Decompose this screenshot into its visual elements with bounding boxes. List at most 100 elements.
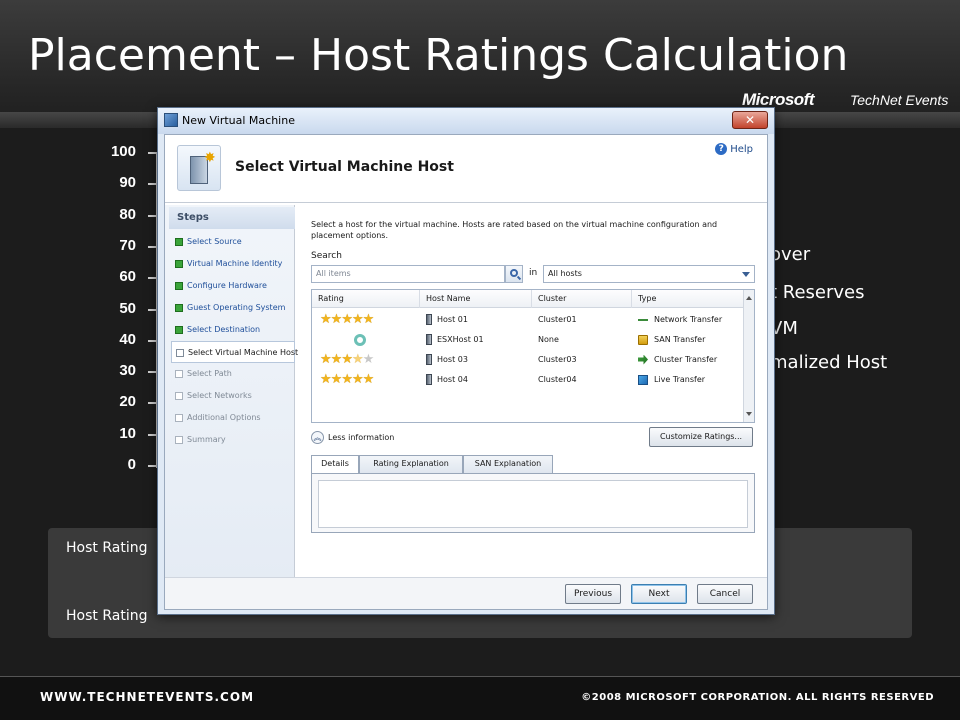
scroll-down-icon[interactable] — [746, 412, 752, 416]
search-in-label: in — [529, 268, 538, 278]
checkmark-icon — [175, 282, 183, 290]
technet-events-logo: TechNet Events — [850, 92, 949, 108]
step-item[interactable]: Additional Options — [171, 407, 295, 429]
host-name: ESXHost 01 — [437, 335, 484, 344]
info-line: Host Rating — [66, 540, 148, 556]
axis-tick-label: 50 — [119, 299, 136, 317]
table-header: Rating Host Name Cluster Type — [312, 290, 744, 308]
type-cell: Live Transfer — [638, 370, 705, 390]
step-label: Select Destination — [187, 325, 261, 334]
footer-copyright: ©2008 MICROSOFT CORPORATION. ALL RIGHTS … — [581, 692, 934, 703]
next-button[interactable]: Next — [631, 584, 687, 604]
less-information-toggle[interactable]: ︽ Less information — [311, 431, 394, 444]
host-name: Host 03 — [437, 355, 468, 364]
footer-url: WWW.TECHNETEVENTS.COM — [40, 690, 255, 704]
column-header-type[interactable]: Type — [632, 290, 744, 308]
column-header-cluster[interactable]: Cluster — [532, 290, 632, 308]
slide-title: Placement – Host Ratings Calculation — [28, 30, 849, 81]
server-icon — [426, 374, 432, 385]
tab-rating-explanation[interactable]: Rating Explanation — [359, 455, 463, 473]
legend-item: t Reserves — [770, 282, 865, 303]
search-button[interactable] — [505, 265, 523, 283]
step-label: Guest Operating System — [187, 303, 286, 312]
step-item[interactable]: Select Networks — [171, 385, 295, 407]
step-label: Select Source — [187, 237, 242, 246]
table-row[interactable]: ★★★★★ Host 04 Cluster04 Live Transfer — [312, 370, 744, 390]
step-item[interactable]: Virtual Machine Identity — [171, 253, 295, 275]
tab-san-explanation[interactable]: SAN Explanation — [463, 455, 553, 473]
rating-cell: ★★★★★ — [320, 310, 374, 330]
step-item[interactable]: Select Destination — [171, 319, 295, 341]
transfer-type: Live Transfer — [654, 375, 706, 384]
new-virtual-machine-dialog: New Virtual Machine ✕ ✸ Select Virtual M… — [157, 107, 775, 615]
cluster-cell: Cluster04 — [538, 375, 577, 384]
cluster-cell: Cluster01 — [538, 315, 577, 324]
dialog-titlebar[interactable]: New Virtual Machine ✕ — [158, 108, 774, 134]
transfer-type: Cluster Transfer — [654, 355, 718, 364]
step-item[interactable]: Configure Hardware — [171, 275, 295, 297]
scroll-up-icon[interactable] — [746, 296, 752, 300]
dialog-title: New Virtual Machine — [182, 114, 295, 127]
step-label: Select Virtual Machine Host — [188, 348, 299, 357]
tab-details[interactable]: Details — [311, 455, 359, 474]
customize-ratings-button[interactable]: Customize Ratings... — [649, 427, 753, 447]
cluster-transfer-icon — [638, 354, 648, 365]
column-header-rating[interactable]: Rating — [312, 290, 420, 308]
help-icon: ? — [715, 143, 728, 155]
star-rating-icon: ★★★★★ — [320, 312, 374, 327]
previous-button[interactable]: Previous — [565, 584, 621, 604]
help-label: Help — [730, 144, 753, 155]
dialog-body: ✸ Select Virtual Machine Host ? Help Step… — [164, 134, 768, 610]
chevron-down-icon — [742, 272, 750, 277]
cancel-button[interactable]: Cancel — [697, 584, 753, 604]
close-button[interactable]: ✕ — [732, 111, 768, 129]
info-line: Host Rating — [66, 608, 148, 624]
san-transfer-icon — [638, 334, 648, 345]
rating-cell: ★★★★★ — [320, 370, 374, 390]
table-row[interactable]: ESXHost 01 None SAN Transfer — [312, 330, 744, 350]
step-item[interactable]: Guest Operating System — [171, 297, 295, 319]
table-row[interactable]: ★★★★★ Host 03 Cluster03 Cluster Transfer — [312, 350, 744, 370]
checkmark-icon — [175, 326, 183, 334]
table-scrollbar[interactable] — [743, 290, 754, 422]
help-link[interactable]: ? Help — [715, 143, 753, 155]
step-label: Select Path — [187, 369, 232, 378]
step-box-icon — [175, 414, 183, 422]
wizard-header: ✸ Select Virtual Machine Host ? Help — [165, 135, 767, 203]
star-rating-icon: ★★★★★ — [320, 352, 374, 367]
rating-cell — [320, 330, 366, 350]
step-label: Configure Hardware — [187, 281, 267, 290]
details-text-area[interactable] — [318, 480, 748, 528]
vm-app-icon — [164, 113, 178, 127]
step-label: Select Networks — [187, 391, 252, 400]
live-transfer-icon — [638, 374, 648, 385]
instructions-text: Select a host for the virtual machine. H… — [311, 220, 718, 240]
table-row[interactable]: ★★★★★ Host 01 Cluster01 Network Transfer — [312, 310, 744, 330]
not-rated-icon — [354, 334, 366, 346]
type-cell: SAN Transfer — [638, 330, 705, 350]
column-header-host-name[interactable]: Host Name — [420, 290, 532, 308]
step-label: Virtual Machine Identity — [187, 259, 283, 268]
step-item[interactable]: Summary — [171, 429, 295, 451]
search-input[interactable]: All items — [311, 265, 505, 283]
step-item[interactable]: Select Source — [171, 231, 295, 253]
search-scope-value: All hosts — [548, 269, 582, 278]
step-item[interactable]: Select Virtual Machine Host — [171, 341, 299, 363]
search-label: Search — [311, 251, 342, 261]
cluster-cell: Cluster03 — [538, 355, 577, 364]
network-transfer-icon — [638, 314, 648, 325]
steps-title: Steps — [169, 207, 295, 229]
axis-tick-label: 20 — [119, 393, 136, 411]
step-box-icon — [175, 370, 183, 378]
steps-sidebar: Steps Select Source Virtual Machine Ident… — [165, 205, 299, 609]
star-rating-icon: ★★★★★ — [320, 372, 374, 387]
step-item[interactable]: Select Path — [171, 363, 295, 385]
details-panel — [311, 473, 755, 533]
checkmark-icon — [175, 304, 183, 312]
step-box-icon — [175, 436, 183, 444]
search-scope-select[interactable]: All hosts — [543, 265, 755, 283]
axis-tick-label: 40 — [119, 330, 136, 348]
host-ratings-table: Rating Host Name Cluster Type ★★★★★ Host … — [311, 289, 755, 423]
axis-tick-label: 60 — [119, 268, 136, 286]
legend-item: over — [770, 244, 811, 265]
